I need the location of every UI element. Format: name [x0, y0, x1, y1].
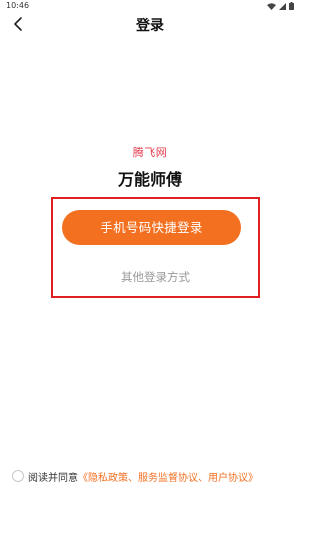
wifi-icon: [267, 2, 276, 10]
agree-radio[interactable]: [12, 470, 24, 482]
status-time: 10:46: [6, 1, 30, 10]
page-title: 登录: [136, 18, 164, 34]
login-options-box: 手机号码快捷登录 其他登录方式: [51, 197, 260, 298]
battery-icon: [289, 2, 294, 10]
nav-bar: 登录: [0, 12, 300, 36]
status-icons: [267, 2, 294, 10]
signal-icon: [279, 2, 286, 10]
login-page: 10:46 登录 腾飞网 万能师傅 手机号码快捷登录 其他登录方式 阅读并同意 …: [0, 0, 300, 533]
brand-title: 万能师傅: [117, 170, 182, 189]
agreement-row: 阅读并同意 《隐私政策、服务监督协议、用户协议》: [12, 469, 258, 484]
other-login-methods-link[interactable]: 其他登录方式: [53, 269, 258, 285]
brand-subtitle: 腾飞网: [132, 146, 168, 159]
agreement-links[interactable]: 《隐私政策、服务监督协议、用户协议》: [78, 469, 258, 484]
phone-quick-login-button[interactable]: 手机号码快捷登录: [62, 210, 241, 245]
status-bar: 10:46: [0, 0, 300, 12]
agreement-prefix: 阅读并同意: [28, 472, 78, 484]
